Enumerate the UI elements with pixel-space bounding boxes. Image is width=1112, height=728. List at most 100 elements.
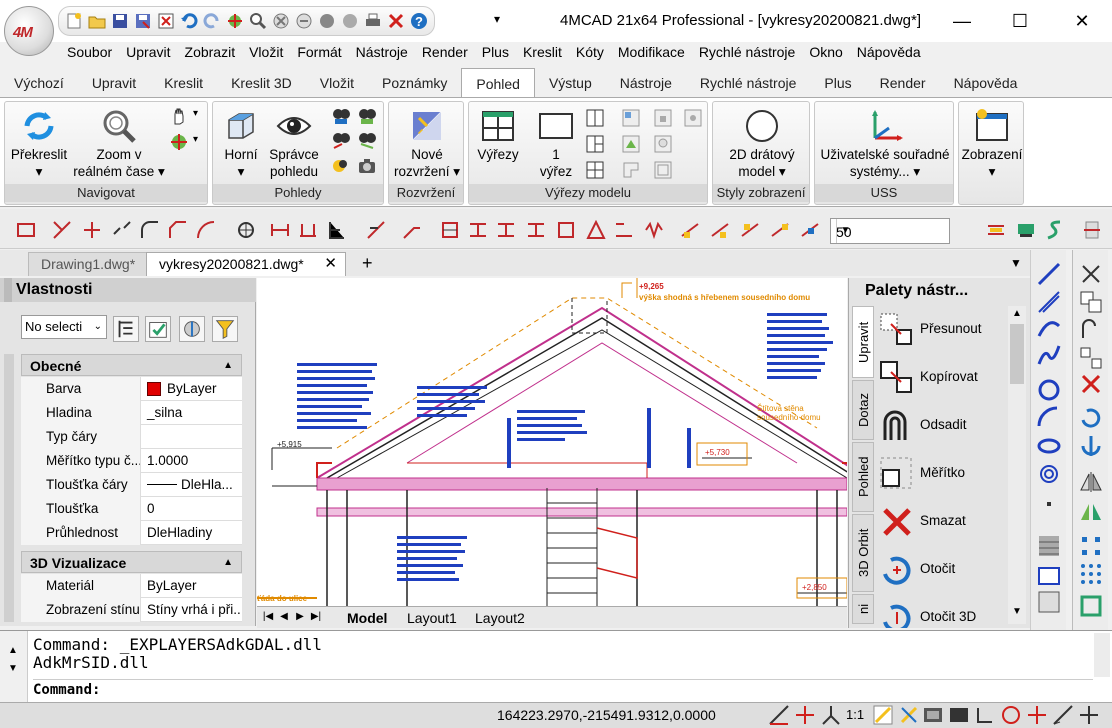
- point-icon[interactable]: [1037, 492, 1061, 516]
- dim-style-2-icon[interactable]: [710, 220, 730, 240]
- viewport-four-icon[interactable]: [585, 160, 605, 180]
- dim-edit-6-icon[interactable]: [586, 220, 606, 240]
- next-layout-icon[interactable]: ▶: [293, 610, 307, 624]
- camera-icon[interactable]: [357, 156, 377, 176]
- command-prompt[interactable]: Command:: [33, 679, 1093, 698]
- target-tool-icon[interactable]: [236, 220, 256, 240]
- scroll-down-icon[interactable]: ▼: [1012, 606, 1022, 617]
- dim-oblique-icon[interactable]: [366, 220, 386, 240]
- dim-edit-4-icon[interactable]: [526, 220, 546, 240]
- prop-row[interactable]: Typ čáry: [21, 425, 242, 449]
- grid-icon[interactable]: [794, 704, 816, 726]
- tab-kreslit[interactable]: Kreslit: [150, 68, 217, 98]
- menu-kreslit[interactable]: Kreslit: [516, 42, 569, 62]
- tab-pohled[interactable]: Pohled: [461, 68, 535, 99]
- scroll-up-icon[interactable]: ▲: [1012, 308, 1022, 319]
- view-restore-icon[interactable]: [357, 106, 377, 126]
- dropdown-arrow-icon[interactable]: ▾: [193, 134, 198, 145]
- vtab-upravit[interactable]: Upravit: [852, 306, 874, 378]
- prop-row[interactable]: Materiál ByLayer: [21, 574, 242, 598]
- redo-icon[interactable]: [201, 10, 223, 32]
- section-3d[interactable]: 3D Vizualizace ▲: [21, 551, 242, 573]
- rotate-3d-small-icon[interactable]: [1079, 434, 1103, 458]
- menu-koty[interactable]: Kóty: [569, 42, 611, 62]
- vtab-dotaz[interactable]: Dotaz: [852, 380, 874, 440]
- break-tool-icon[interactable]: [112, 220, 132, 240]
- plus-icon[interactable]: [1078, 704, 1100, 726]
- osnap-icon[interactable]: [898, 704, 920, 726]
- zoom-icon[interactable]: [247, 10, 269, 32]
- arc-tool-icon[interactable]: [196, 220, 216, 240]
- dim-style-1-icon[interactable]: [680, 220, 700, 240]
- dim-style-3-icon[interactable]: [740, 220, 760, 240]
- zoom-extents-icon[interactable]: [270, 10, 292, 32]
- tool-presunout[interactable]: Přesunout: [879, 306, 999, 354]
- menu-okno[interactable]: Okno: [802, 42, 849, 62]
- prop-row[interactable]: Hladina _silna: [21, 401, 242, 425]
- menu-render[interactable]: Render: [415, 42, 475, 62]
- command-scrollbar[interactable]: [1094, 633, 1110, 677]
- tool-otocit-3d[interactable]: Otočit 3D: [879, 594, 999, 628]
- extend-tool-icon[interactable]: [82, 220, 102, 240]
- dropdown-arrow-icon[interactable]: ▾: [193, 108, 198, 119]
- tabs-menu-icon[interactable]: ▼: [1010, 256, 1022, 270]
- prop-row[interactable]: Průhlednost DleHladiny: [21, 521, 242, 545]
- view-edit-icon[interactable]: [331, 130, 351, 150]
- doc-tab-vykresy[interactable]: vykresy20200821.dwg* ✕: [146, 252, 346, 276]
- properties-side-bar[interactable]: [4, 354, 14, 622]
- first-layout-icon[interactable]: |◀: [261, 610, 275, 624]
- dim-style-4-icon[interactable]: [770, 220, 790, 240]
- trim-tool-icon[interactable]: [52, 220, 72, 240]
- tab-vystup[interactable]: Výstup: [535, 68, 606, 98]
- tool-smazat[interactable]: Smazat: [879, 498, 999, 546]
- prekreslit-button[interactable]: Překreslit ▾: [7, 108, 71, 180]
- menu-nastroje[interactable]: Nástroje: [349, 42, 415, 62]
- dim-edit-1-icon[interactable]: [440, 220, 460, 240]
- app-logo[interactable]: 4M: [4, 6, 54, 56]
- copy-small-icon[interactable]: [1079, 290, 1103, 314]
- erase-small-icon[interactable]: [1079, 262, 1103, 286]
- maximize-icon[interactable]: ☐: [1000, 6, 1040, 36]
- quick-select-icon[interactable]: [179, 316, 205, 342]
- tab-upravit[interactable]: Upravit: [78, 68, 150, 98]
- viewport-poly-icon[interactable]: [621, 160, 641, 180]
- menu-rychle-nastroje[interactable]: Rychlé nástroje: [692, 42, 803, 62]
- menu-upravit[interactable]: Upravit: [119, 42, 177, 62]
- help-icon[interactable]: ?: [408, 10, 430, 32]
- view-save-icon[interactable]: [331, 106, 351, 126]
- doc-tab-drawing1[interactable]: Drawing1.dwg*: [28, 252, 149, 276]
- print-icon[interactable]: [362, 10, 384, 32]
- block-icon[interactable]: [1079, 594, 1103, 618]
- tool-palette-scrollbar[interactable]: ▲ ▼: [1008, 306, 1026, 624]
- spravce-pohledu-button[interactable]: Správce pohledu: [265, 108, 323, 180]
- layout-tab-layout2[interactable]: Layout2: [475, 609, 525, 627]
- zobrazeni-button[interactable]: Zobrazení ▾: [961, 108, 1023, 180]
- menu-vlozit[interactable]: Vložit: [242, 42, 290, 62]
- view-delete-icon[interactable]: [357, 130, 377, 150]
- prev-layout-icon[interactable]: ◀: [277, 610, 291, 624]
- prop-row[interactable]: Tloušťka čáry DleHla...: [21, 473, 242, 497]
- view-light-icon[interactable]: [331, 156, 351, 176]
- array-grid-icon[interactable]: [1079, 534, 1103, 558]
- tab-kreslit-3d[interactable]: Kreslit 3D: [217, 68, 306, 98]
- tab-render[interactable]: Render: [866, 68, 940, 98]
- polar-icon[interactable]: [872, 704, 894, 726]
- spline-icon[interactable]: [1037, 344, 1061, 368]
- annotation-scale[interactable]: 1:1: [846, 707, 864, 722]
- vtab-3d-orbit[interactable]: 3D Orbit: [852, 514, 874, 592]
- polyline-icon[interactable]: [1037, 316, 1061, 340]
- new-tab-button[interactable]: +: [350, 252, 385, 276]
- one-viewport-button[interactable]: 1 výřez: [529, 108, 583, 180]
- layout-tab-model[interactable]: Model: [347, 609, 387, 627]
- dim-aligned-icon[interactable]: [298, 220, 318, 240]
- tab-rychle-nastroje[interactable]: Rychlé nástroje: [686, 68, 811, 98]
- tab-poznamky[interactable]: Poznámky: [368, 68, 461, 98]
- xline-icon[interactable]: [1037, 290, 1061, 314]
- menu-soubor[interactable]: Soubor: [60, 42, 119, 62]
- menu-format[interactable]: Formát: [290, 42, 348, 62]
- mirror-small-icon[interactable]: [1079, 318, 1103, 342]
- qat-customize-icon[interactable]: ▾: [494, 12, 500, 26]
- array-small-icon[interactable]: [1079, 346, 1103, 370]
- save-as-icon[interactable]: [132, 10, 154, 32]
- viewport-lock-icon[interactable]: [653, 108, 673, 128]
